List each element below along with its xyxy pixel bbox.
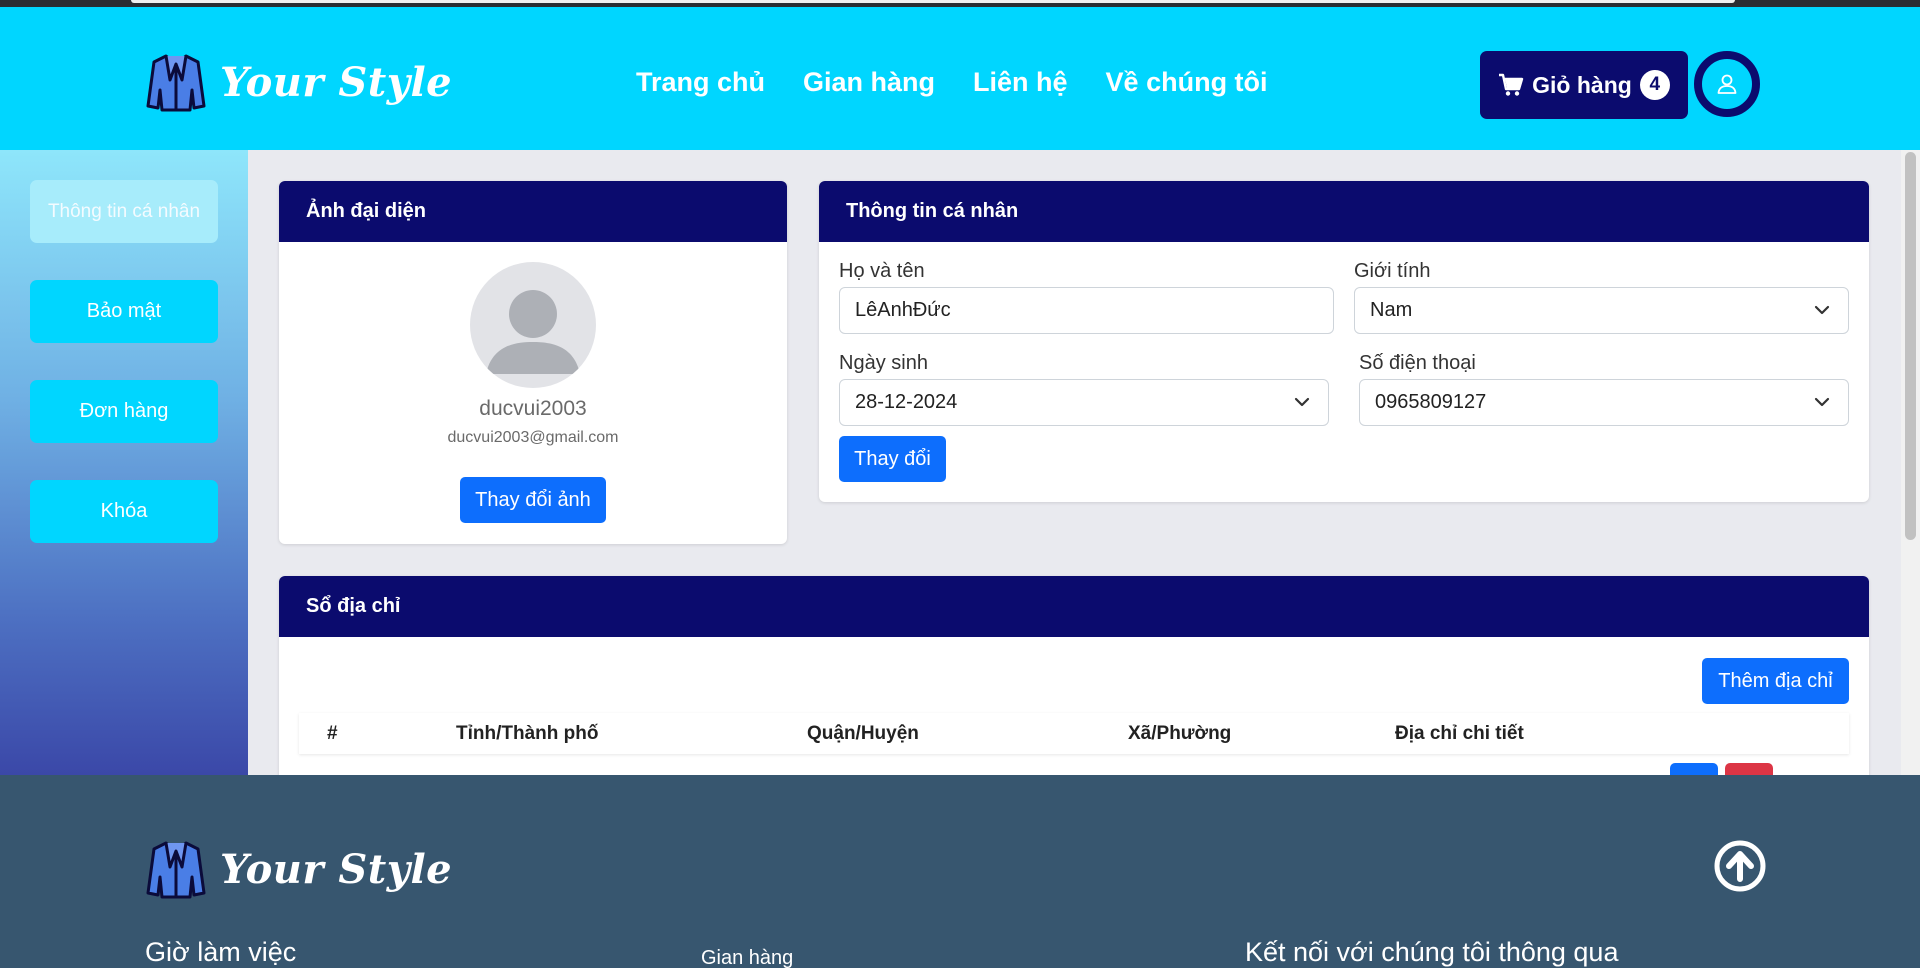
scroll-to-top-button[interactable]	[1713, 839, 1767, 898]
fullname-value: LêAnhĐức	[855, 299, 951, 321]
fullname-label: Họ và tên	[839, 260, 925, 282]
arrow-up-circle-icon	[1714, 840, 1766, 892]
footer-link-shop[interactable]: Gian hàng	[701, 947, 793, 968]
footer-brand-logo[interactable]: Your Style	[144, 837, 452, 901]
sidebar-item-orders[interactable]: Đơn hàng	[30, 380, 218, 443]
phone-select[interactable]: 0965809127	[1359, 379, 1849, 426]
cart-label: Giỏ hàng	[1532, 71, 1632, 98]
nav-link-contact[interactable]: Liên hệ	[973, 67, 1068, 98]
avatar-card-title: Ảnh đại diện	[279, 181, 787, 242]
add-address-button[interactable]: Thêm địa chỉ	[1702, 658, 1849, 704]
user-account-button[interactable]	[1694, 51, 1760, 117]
save-info-button[interactable]: Thay đổi	[839, 436, 946, 482]
nav-link-shop[interactable]: Gian hàng	[803, 67, 935, 98]
phone-label: Số điện thoại	[1359, 352, 1476, 374]
avatar-placeholder-icon	[486, 290, 580, 374]
gender-label: Giới tính	[1354, 260, 1431, 282]
nav-link-about[interactable]: Về chúng tôi	[1106, 67, 1268, 98]
profile-sidebar: Thông tin cá nhân Bảo mật Đơn hàng Khóa	[0, 150, 248, 775]
column-ward: Xã/Phường	[1128, 723, 1232, 744]
profile-username: ducvui2003	[479, 397, 587, 420]
sidebar-item-security[interactable]: Bảo mật	[30, 280, 218, 343]
user-icon	[1717, 74, 1737, 94]
column-detail: Địa chỉ chi tiết	[1395, 723, 1524, 744]
nav-link-home[interactable]: Trang chủ	[636, 67, 765, 98]
fullname-input[interactable]: LêAnhĐức	[839, 287, 1334, 334]
column-index: #	[327, 723, 338, 744]
footer: Your Style Giờ làm việc Gian hàng Kết nố…	[0, 775, 1920, 968]
phone-value: 0965809127	[1375, 391, 1487, 413]
cart-count-badge: 4	[1639, 70, 1670, 100]
navbar: Your Style Trang chủ Gian hàng Liên hệ V…	[0, 7, 1920, 150]
brand-name: Your Style	[220, 58, 453, 106]
avatar	[470, 262, 596, 388]
cart-button[interactable]: Giỏ hàng 4	[1480, 51, 1688, 119]
footer-brand-name: Your Style	[220, 845, 453, 893]
sidebar-item-personal-info[interactable]: Thông tin cá nhân	[30, 180, 218, 243]
scrollbar-thumb[interactable]	[1905, 152, 1916, 540]
browser-bar	[131, 0, 1735, 3]
chevron-down-icon	[1814, 305, 1830, 315]
connect-heading: Kết nối với chúng tôi thông qua	[1245, 937, 1619, 967]
column-district: Quận/Huyện	[807, 723, 919, 744]
profile-email: ducvui2003@gmail.com	[447, 429, 619, 446]
sidebar-item-lock[interactable]: Khóa	[30, 480, 218, 543]
personal-info-card: Thông tin cá nhân Họ và tên LêAnhĐức Giớ…	[819, 181, 1869, 502]
browser-top-strip	[0, 0, 1920, 7]
brand-logo[interactable]: Your Style	[144, 50, 452, 114]
gender-select[interactable]: Nam	[1354, 287, 1849, 334]
change-avatar-button[interactable]: Thay đổi ảnh	[460, 477, 606, 523]
working-hours-heading: Giờ làm việc	[145, 937, 297, 967]
chevron-down-icon	[1814, 397, 1830, 407]
chevron-down-icon	[1294, 397, 1310, 407]
dob-label: Ngày sinh	[839, 352, 928, 374]
address-book-title: Sổ địa chỉ	[279, 576, 1869, 637]
address-table-header: # Tỉnh/Thành phố Quận/Huyện Xã/Phường Đị…	[299, 713, 1849, 754]
column-province: Tỉnh/Thành phố	[456, 723, 599, 744]
dob-select[interactable]: 28-12-2024	[839, 379, 1329, 426]
page-scrollbar[interactable]	[1901, 150, 1920, 775]
dob-value: 28-12-2024	[855, 391, 958, 413]
gender-value: Nam	[1370, 299, 1413, 321]
avatar-card: Ảnh đại diện ducvui2003 ducvui2003@gmail…	[279, 181, 787, 544]
jacket-icon	[146, 54, 206, 112]
cart-icon	[1499, 73, 1524, 96]
jacket-icon	[146, 841, 206, 899]
personal-info-title: Thông tin cá nhân	[819, 181, 1869, 242]
main-nav: Trang chủ Gian hàng Liên hệ Về chúng tôi	[636, 67, 1268, 98]
